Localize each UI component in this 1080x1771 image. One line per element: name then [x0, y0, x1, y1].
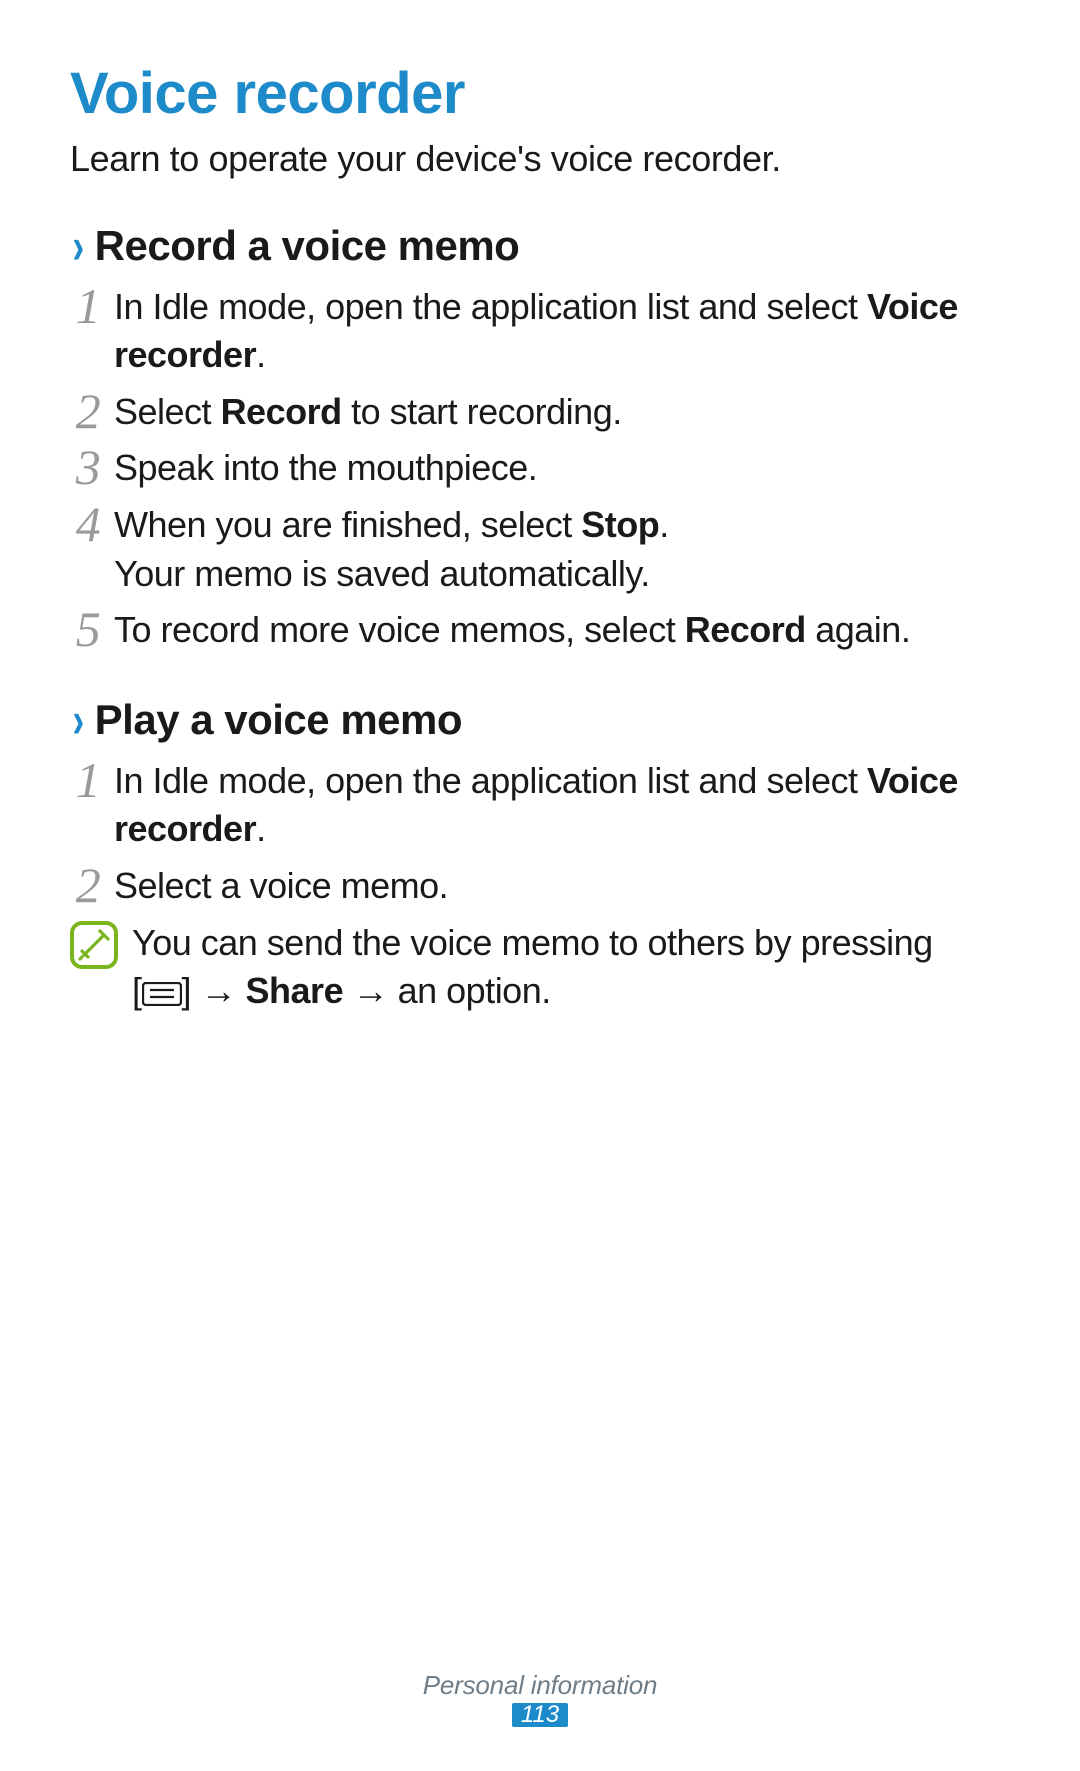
manual-page: Voice recorder Learn to operate your dev… — [0, 0, 1080, 1771]
step-text: again. — [806, 609, 911, 650]
subheading-play: › Play a voice memo — [70, 695, 1010, 745]
note-text: You can send the voice memo to others by… — [132, 919, 933, 1019]
step-text: . — [256, 334, 266, 375]
note-block: You can send the voice memo to others by… — [70, 919, 1010, 1019]
page-intro: Learn to operate your device's voice rec… — [70, 136, 1010, 183]
note-bold: Share — [246, 970, 344, 1011]
step-text: . — [256, 808, 266, 849]
steps-record: In Idle mode, open the application list … — [70, 283, 1010, 655]
step-text: Speak into the mouthpiece. — [114, 447, 537, 488]
page-title: Voice recorder — [70, 62, 1010, 126]
step-text: To record more voice memos, select — [114, 609, 685, 650]
step-item: To record more voice memos, select Recor… — [70, 606, 1010, 655]
step-item: In Idle mode, open the application list … — [70, 757, 1010, 854]
page-number: 113 — [512, 1703, 568, 1727]
step-bold: Record — [685, 609, 806, 650]
step-bold: Record — [221, 391, 342, 432]
menu-key-icon — [142, 970, 182, 1019]
step-bold: Stop — [581, 504, 659, 545]
note-line-pre: [ — [132, 970, 142, 1011]
step-item: Select Record to start recording. — [70, 388, 1010, 437]
step-item: Select a voice memo. — [70, 862, 1010, 911]
step-text: Select a voice memo. — [114, 865, 448, 906]
step-text: Your memo is saved automatically. — [114, 553, 650, 594]
step-text: In Idle mode, open the application list … — [114, 286, 867, 327]
page-footer: Personal information 113 — [0, 1670, 1080, 1727]
note-icon — [70, 921, 118, 969]
footer-category: Personal information — [0, 1670, 1080, 1701]
steps-play: In Idle mode, open the application list … — [70, 757, 1010, 911]
chevron-right-icon: › — [72, 221, 84, 271]
step-item: When you are finished, select Stop. Your… — [70, 501, 1010, 598]
step-text: . — [659, 504, 669, 545]
subheading-play-text: Play a voice memo — [95, 696, 462, 744]
step-text: Select — [114, 391, 221, 432]
note-line-mid: ] → — [182, 970, 246, 1011]
step-text: When you are finished, select — [114, 504, 581, 545]
step-text: to start recording. — [342, 391, 622, 432]
step-item: Speak into the mouthpiece. — [70, 444, 1010, 493]
step-item: In Idle mode, open the application list … — [70, 283, 1010, 380]
subheading-record: › Record a voice memo — [70, 221, 1010, 271]
note-line: You can send the voice memo to others by… — [132, 922, 933, 963]
subheading-record-text: Record a voice memo — [95, 222, 520, 270]
step-text: In Idle mode, open the application list … — [114, 760, 867, 801]
chevron-right-icon: › — [72, 695, 84, 745]
note-line-post: → an option. — [343, 970, 551, 1011]
